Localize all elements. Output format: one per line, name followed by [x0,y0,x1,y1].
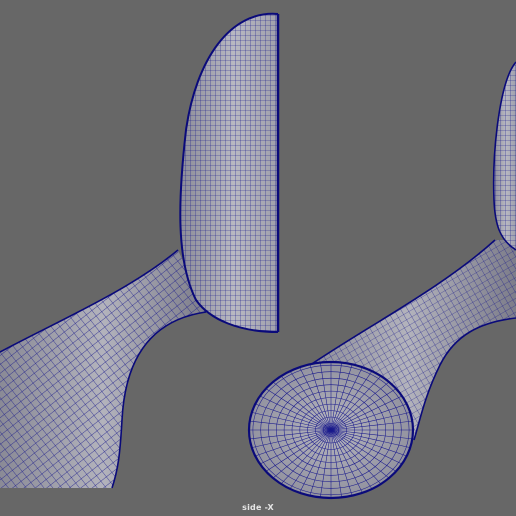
mesh-scene[interactable] [0,0,516,516]
camera-label: side -X [242,503,274,512]
viewport-panel[interactable]: side -X [0,0,516,516]
right-mesh[interactable] [247,61,516,500]
left-mesh[interactable] [0,12,280,489]
right-end-cap [247,360,415,500]
